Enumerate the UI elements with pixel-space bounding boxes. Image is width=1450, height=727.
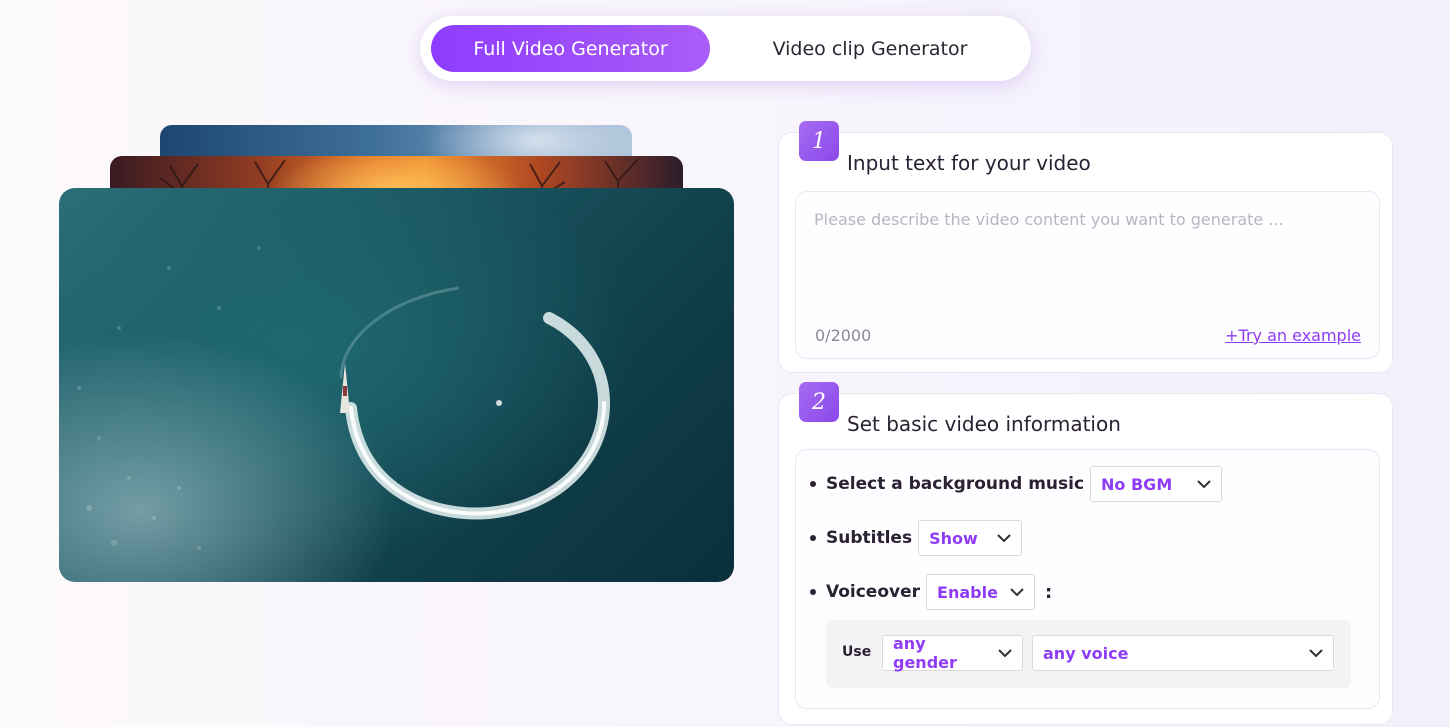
tab-full-video-generator[interactable]: Full Video Generator: [431, 25, 710, 72]
generator-tab-switcher: Full Video Generator Video clip Generato…: [420, 16, 1031, 81]
voiceover-colon: :: [1045, 581, 1053, 603]
voice-select[interactable]: any voice: [1032, 635, 1334, 671]
video-settings-box: Select a background music No BGM Subtitl…: [795, 449, 1380, 709]
background-music-select[interactable]: No BGM: [1090, 466, 1223, 502]
voiceover-select[interactable]: Enable: [926, 574, 1036, 610]
step-2-panel: 2 Set basic video information Select a b…: [778, 382, 1393, 725]
use-label: Use: [842, 644, 872, 660]
chevron-down-icon: [1309, 646, 1323, 660]
step-2-badge: 2: [799, 382, 839, 422]
bullet-dot: [810, 535, 816, 541]
chevron-down-icon: [997, 531, 1011, 545]
subtitles-row: Subtitles Show: [810, 520, 1023, 556]
voice-gender-select[interactable]: any gender: [882, 634, 1023, 672]
voice-gender-value: any gender: [893, 634, 957, 672]
voiceover-value: Enable: [937, 582, 998, 602]
tab-video-clip-generator[interactable]: Video clip Generator: [720, 25, 1020, 72]
step-2-title: Set basic video information: [847, 412, 1121, 436]
background-music-value: No BGM: [1101, 474, 1173, 494]
boat-wake-illustration: [77, 246, 611, 550]
voiceover-label: Voiceover: [826, 582, 921, 602]
background-music-label: Select a background music: [826, 474, 1085, 494]
try-example-link[interactable]: +Try an example: [1225, 326, 1361, 345]
bullet-dot: [810, 589, 816, 595]
background-music-row: Select a background music No BGM: [810, 466, 1223, 502]
voice-options-box: Use any gender any voice: [826, 620, 1351, 688]
video-description-input[interactable]: [814, 210, 1359, 306]
voiceover-row: Voiceover Enable :: [810, 574, 1052, 610]
character-counter: 0/2000: [815, 326, 872, 345]
preview-video-frame: [59, 188, 734, 582]
subtitles-select[interactable]: Show: [918, 520, 1023, 556]
chevron-down-icon: [1010, 585, 1024, 599]
step-1-panel: 1 Input text for your video 0/2000 +Try …: [778, 121, 1393, 373]
video-description-box: 0/2000 +Try an example: [795, 191, 1380, 359]
subtitles-value: Show: [929, 528, 978, 548]
bullet-dot: [810, 481, 816, 487]
step-1-badge: 1: [799, 121, 839, 161]
chevron-down-icon: [1197, 477, 1211, 491]
subtitles-label: Subtitles: [826, 528, 913, 548]
chevron-down-icon: [998, 646, 1012, 660]
voice-value: any voice: [1043, 643, 1129, 663]
step-1-title: Input text for your video: [847, 151, 1091, 175]
